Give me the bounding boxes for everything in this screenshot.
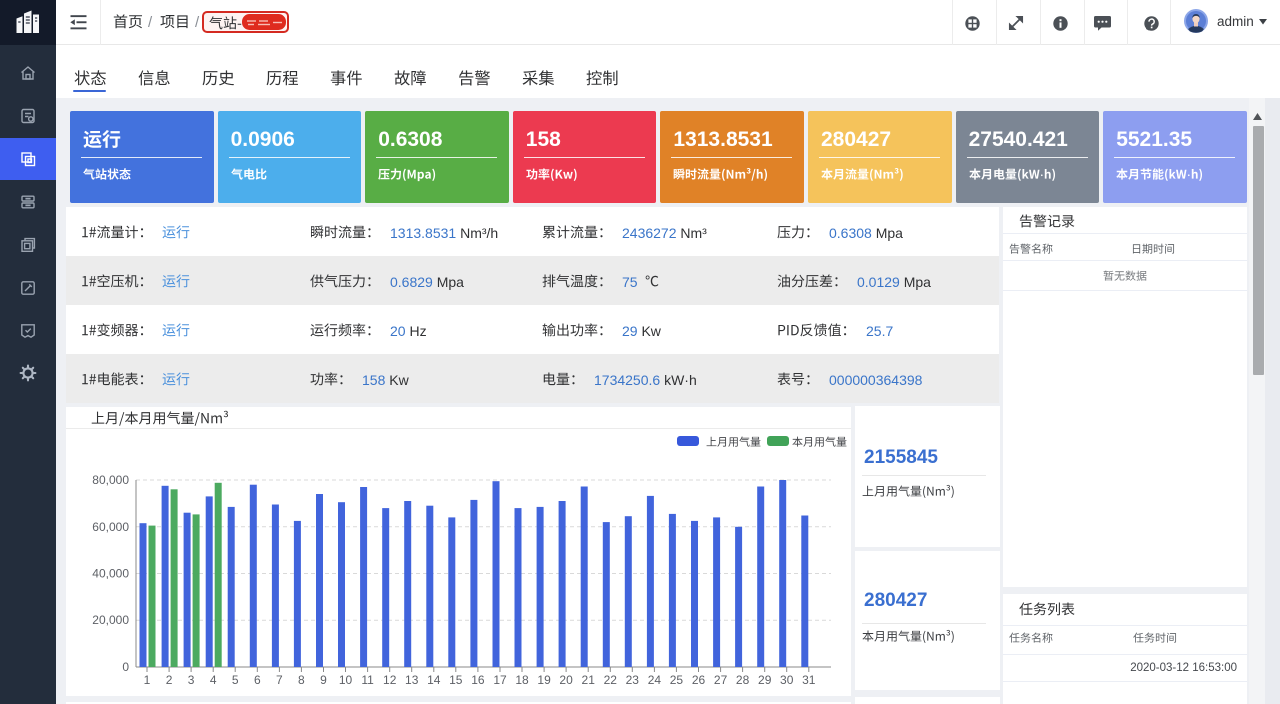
svg-text:29: 29 xyxy=(758,673,772,687)
svg-text:7: 7 xyxy=(276,673,283,687)
svg-text:23: 23 xyxy=(626,673,640,687)
svg-text:30: 30 xyxy=(780,673,794,687)
svg-text:11: 11 xyxy=(361,673,374,687)
svg-text:28: 28 xyxy=(736,673,750,687)
svg-text:21: 21 xyxy=(582,673,596,687)
svg-text:3: 3 xyxy=(188,673,195,687)
svg-text:19: 19 xyxy=(537,673,551,687)
svg-text:22: 22 xyxy=(604,673,618,687)
svg-text:10: 10 xyxy=(339,673,353,687)
svg-text:9: 9 xyxy=(320,673,327,687)
svg-text:12: 12 xyxy=(383,673,397,687)
svg-text:1: 1 xyxy=(144,673,151,687)
svg-text:8: 8 xyxy=(298,673,305,687)
svg-text:20,000: 20,000 xyxy=(92,613,129,627)
svg-text:31: 31 xyxy=(802,673,816,687)
svg-text:4: 4 xyxy=(210,673,217,687)
svg-text:27: 27 xyxy=(714,673,728,687)
svg-text:5: 5 xyxy=(232,673,239,687)
svg-text:60,000: 60,000 xyxy=(92,520,129,534)
svg-text:18: 18 xyxy=(515,673,529,687)
svg-text:17: 17 xyxy=(493,673,507,687)
svg-text:16: 16 xyxy=(471,673,485,687)
svg-text:25: 25 xyxy=(670,673,684,687)
svg-text:0: 0 xyxy=(122,660,129,674)
svg-text:80,000: 80,000 xyxy=(92,473,129,487)
svg-text:15: 15 xyxy=(449,673,463,687)
svg-text:14: 14 xyxy=(427,673,441,687)
svg-text:40,000: 40,000 xyxy=(92,567,129,581)
svg-text:6: 6 xyxy=(254,673,261,687)
svg-text:26: 26 xyxy=(692,673,706,687)
svg-text:13: 13 xyxy=(405,673,419,687)
svg-text:2: 2 xyxy=(166,673,173,687)
svg-text:24: 24 xyxy=(648,673,662,687)
svg-text:20: 20 xyxy=(559,673,573,687)
